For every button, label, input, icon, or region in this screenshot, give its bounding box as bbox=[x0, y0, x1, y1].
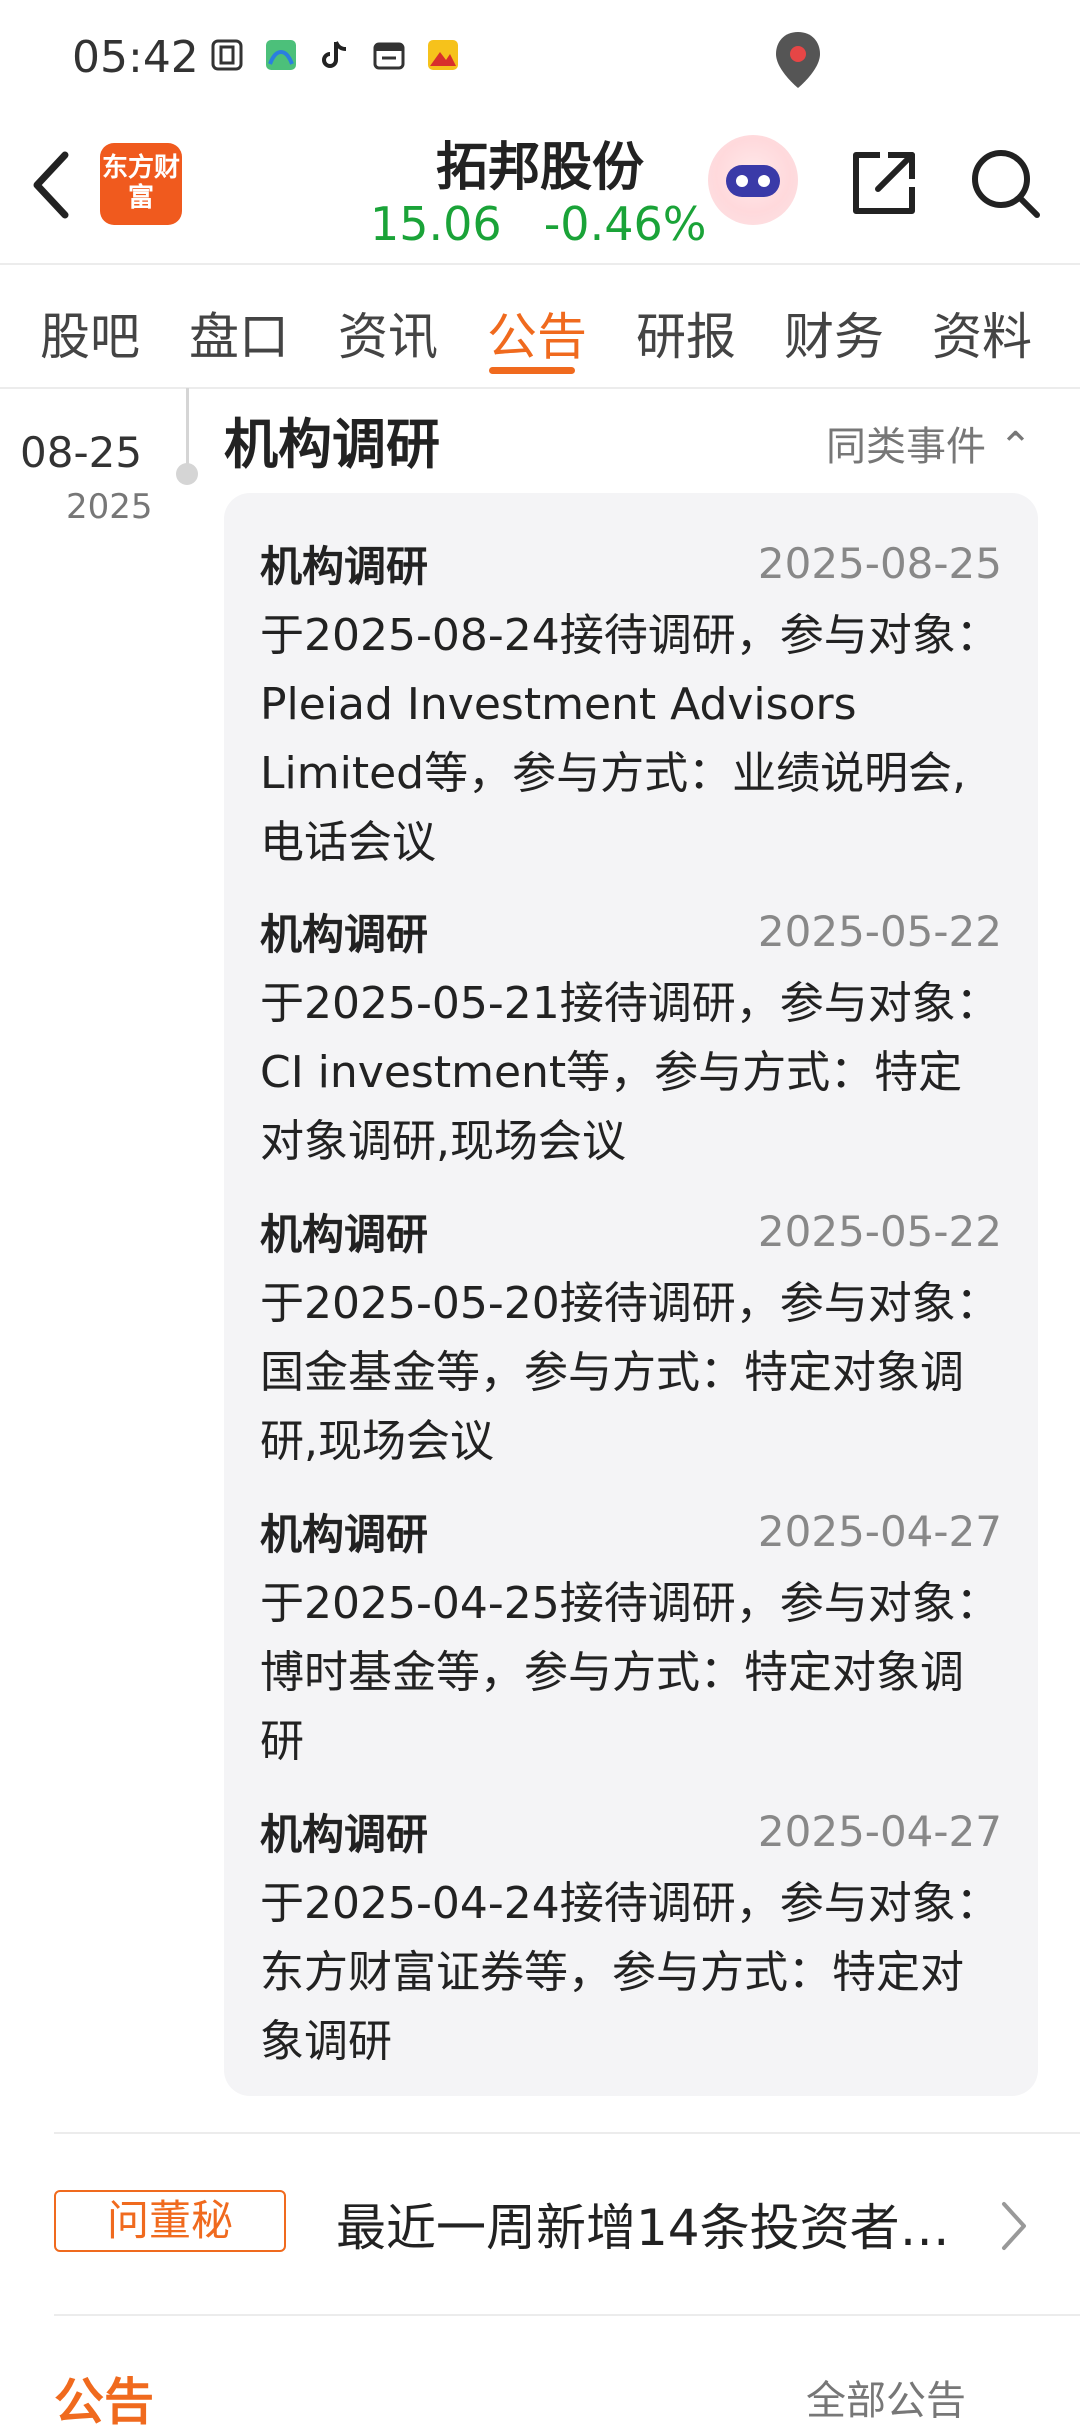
status-bar: 05:42 bbox=[0, 0, 1080, 115]
event-item[interactable]: 机构调研 2025-08-25 于2025-08-24接待调研，参与对象：Ple… bbox=[260, 533, 1002, 873]
app-icon-green bbox=[262, 36, 300, 74]
event-card: 机构调研 2025-08-25 于2025-08-24接待调研，参与对象：Ple… bbox=[224, 493, 1038, 2096]
event-item[interactable]: 机构调研 2025-04-27 于2025-04-24接待调研，参与对象：东方财… bbox=[260, 1801, 1002, 2081]
event-title: 机构调研 bbox=[260, 1810, 429, 1859]
tab-ziliao[interactable]: 资料 bbox=[932, 297, 1032, 369]
timeline-dot bbox=[176, 463, 198, 485]
location-pin-icon bbox=[772, 30, 824, 94]
event-date: 2025-05-22 bbox=[757, 1207, 1002, 1256]
event-date: 2025-04-27 bbox=[757, 1807, 1002, 1856]
divider bbox=[54, 2314, 1080, 2316]
tab-pankou[interactable]: 盘口 bbox=[189, 297, 289, 369]
dongmi-tag: 问董秘 bbox=[54, 2190, 286, 2252]
event-item[interactable]: 机构调研 2025-04-27 于2025-04-25接待调研，参与对象：博时基… bbox=[260, 1501, 1002, 1781]
stock-price: 15.06 bbox=[370, 197, 502, 251]
timeline-line bbox=[186, 388, 189, 468]
robot-eye bbox=[736, 175, 748, 187]
divider bbox=[54, 2132, 1080, 2134]
dongmi-text: 最近一周新增14条投资者问答 bbox=[336, 2199, 996, 2257]
search-button[interactable] bbox=[965, 143, 1045, 227]
timeline-date: 08-25 bbox=[20, 428, 143, 477]
event-body: 于2025-05-20接待调研，参与对象：国金基金等，参与方式：特定对象调研,现… bbox=[260, 1278, 1000, 1467]
event-item[interactable]: 机构调研 2025-05-22 于2025-05-20接待调研，参与对象：国金基… bbox=[260, 1201, 1002, 1481]
ai-assistant-avatar[interactable] bbox=[708, 135, 798, 225]
event-title: 机构调研 bbox=[260, 1510, 429, 1559]
event-body: 于2025-04-25接待调研，参与对象：博时基金等，参与方式：特定对象调研 bbox=[260, 1578, 1000, 1767]
tab-zixun[interactable]: 资讯 bbox=[338, 297, 438, 369]
app-icon-red bbox=[424, 36, 462, 74]
tab-bar: 股吧 盘口 资讯 公告 研报 财务 资料 bbox=[0, 263, 1080, 389]
section-title: 机构调研 bbox=[224, 413, 440, 476]
similar-events-toggle[interactable]: 同类事件 ⌃ bbox=[826, 414, 1032, 472]
event-item[interactable]: 机构调研 2025-05-22 于2025-05-21接待调研，参与对象：CI … bbox=[260, 901, 1002, 1181]
share-icon bbox=[853, 152, 915, 214]
tab-caiwu[interactable]: 财务 bbox=[784, 297, 884, 369]
event-date: 2025-08-25 bbox=[757, 539, 1002, 588]
chevron-right-icon bbox=[994, 2198, 1034, 2258]
event-body: 于2025-05-21接待调研，参与对象：CI investment等，参与方式… bbox=[260, 978, 1000, 1167]
status-time: 05:42 bbox=[72, 32, 199, 83]
robot-eye bbox=[758, 175, 770, 187]
robot-face-icon bbox=[726, 165, 780, 197]
event-body: 于2025-08-24接待调研，参与对象：Pleiad Investment A… bbox=[260, 610, 1000, 868]
event-title: 机构调研 bbox=[260, 910, 429, 959]
tab-guba[interactable]: 股吧 bbox=[40, 297, 140, 369]
tiktok-icon bbox=[316, 36, 354, 74]
search-icon bbox=[972, 150, 1040, 218]
status-icons bbox=[208, 36, 462, 74]
stock-header: 东方财富 拓邦股份 15.06 -0.46% bbox=[0, 115, 1080, 265]
sim-icon bbox=[208, 36, 246, 74]
active-tab-indicator bbox=[489, 367, 575, 374]
timeline-year: 2025 bbox=[66, 487, 153, 527]
tab-yanbao[interactable]: 研报 bbox=[636, 297, 736, 369]
event-body: 于2025-04-24接待调研，参与对象：东方财富证券等，参与方式：特定对象调研 bbox=[260, 1878, 1000, 2067]
all-announcements-link[interactable]: 全部公告 bbox=[806, 2368, 966, 2426]
stock-quote: 15.06 -0.46% bbox=[370, 197, 706, 251]
event-title: 机构调研 bbox=[260, 542, 429, 591]
event-date: 2025-04-27 bbox=[757, 1507, 1002, 1556]
calendar-icon bbox=[370, 36, 408, 74]
share-button[interactable] bbox=[844, 143, 924, 227]
announcement-section-title: 公告 bbox=[54, 2373, 154, 2431]
event-title: 机构调研 bbox=[260, 1210, 429, 1259]
event-date: 2025-05-22 bbox=[757, 907, 1002, 956]
stock-change: -0.46% bbox=[543, 197, 707, 251]
tab-gonggao[interactable]: 公告 bbox=[487, 297, 587, 369]
